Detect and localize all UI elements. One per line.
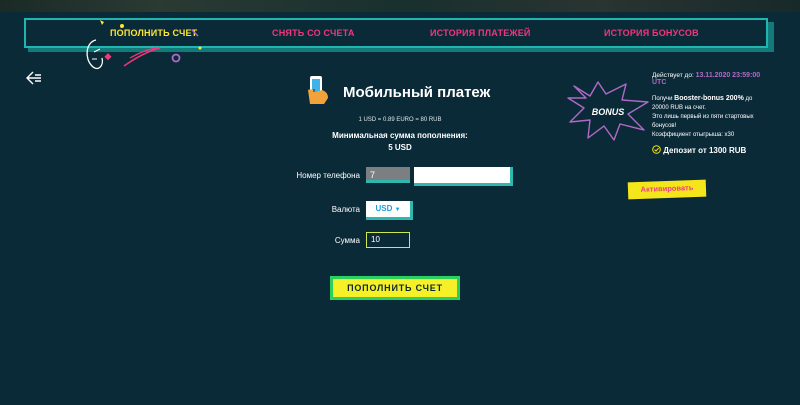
mascot-decoration-icon [86, 20, 202, 70]
bonus-validity: Действует до: 13.11.2020 23:59:00 [652, 72, 792, 79]
min-sum-label: Минимальная сумма пополнения: [332, 131, 468, 140]
currency-select[interactable]: USD ▼ [366, 201, 413, 220]
phone-prefix-field[interactable]: 7 [366, 167, 410, 183]
bonus-line-1-bold: Booster-bonus 200% [674, 95, 744, 102]
check-circle-icon [652, 145, 661, 154]
validity-prefix: Действует до: [652, 72, 694, 79]
currency-label: Валюта [331, 205, 360, 214]
chevron-down-icon: ▼ [394, 207, 401, 213]
top-banner-strip [0, 0, 800, 12]
bonus-wager: Коэффициент отыгрыша: x30 [652, 132, 735, 138]
back-arrow-icon[interactable] [25, 70, 43, 86]
bonus-deposit: Депозит от 1300 RUB [652, 145, 792, 155]
min-sum-block: Минимальная сумма пополнения: 5 USD [300, 130, 500, 154]
amount-input[interactable]: 10 [366, 232, 410, 248]
phone-label: Номер телефона [296, 171, 360, 180]
min-sum-value: 5 USD [388, 143, 412, 152]
bonus-line-1-prefix: Получи [652, 96, 673, 102]
amount-label: Сумма [334, 236, 360, 245]
validity-tz: UTC [652, 79, 667, 86]
phone-number-input[interactable] [414, 167, 513, 186]
bonus-line-2: 20000 RUB на счет. [652, 105, 706, 111]
currency-value: USD [375, 204, 393, 213]
validity-date: 13.11.2020 23:59:00 [695, 72, 761, 79]
activate-bonus-button[interactable]: Активировать [627, 179, 707, 200]
bonus-panel: Действует до: 13.11.2020 23:59:00 UTC По… [652, 72, 792, 155]
deposit-submit-button[interactable]: ПОПОЛНИТЬ СЧЕТ [333, 279, 457, 297]
bonus-line-4: бонусов! [652, 123, 677, 129]
tab-payment-history[interactable]: ИСТОРИЯ ПЛАТЕЖЕЙ [430, 28, 531, 38]
bonus-line-3: Это лишь первый из пяти стартовых [652, 114, 754, 120]
tabbar-shadow-side [768, 22, 774, 52]
tab-bonus-history[interactable]: ИСТОРИЯ БОНУСОВ [604, 28, 699, 38]
bonus-line-1-suffix: до [745, 96, 753, 102]
submit-button-frame: ПОПОЛНИТЬ СЧЕТ [330, 276, 460, 300]
bonus-line-1: Получи Booster-bonus 200% до [652, 94, 792, 104]
page-title: Мобильный платеж [343, 84, 491, 101]
bonus-badge-text: BONUS [592, 107, 625, 117]
bonus-deposit-text: Депозит от 1300 RUB [663, 146, 747, 155]
exchange-rate: 1 USD = 0.89 EURO = 80 RUB [358, 117, 442, 123]
tab-withdraw[interactable]: СНЯТЬ СО СЧЕТА [272, 28, 355, 38]
phone-hand-icon [308, 76, 328, 104]
bonus-star-icon: BONUS [567, 81, 649, 141]
